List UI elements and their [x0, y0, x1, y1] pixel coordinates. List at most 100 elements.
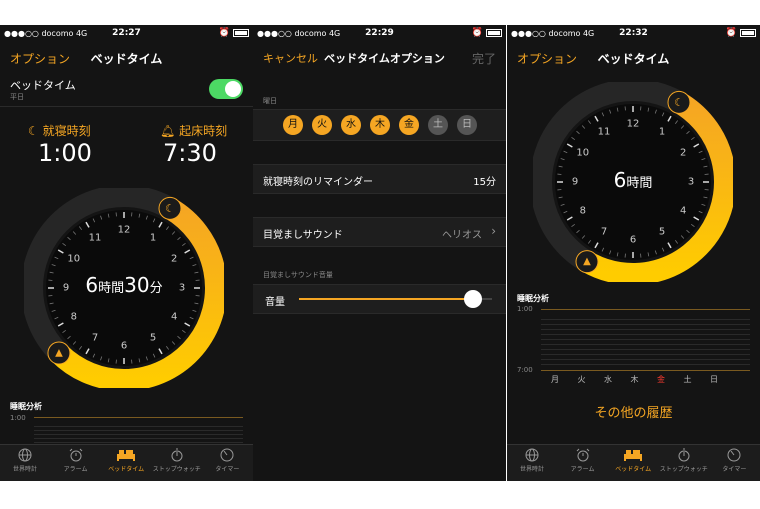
tab-globe[interactable]: 世界時計 [0, 448, 50, 473]
clock-number: 1 [659, 126, 665, 137]
reminder-row[interactable]: 就寝時刻のリマインダー 15分 [253, 164, 506, 194]
tab-label: 世界時計 [519, 466, 544, 473]
weekday-label: 日 [710, 375, 718, 384]
tab-alarm-clock[interactable]: アラーム [51, 448, 101, 473]
sleep-duration: 6時間 [613, 168, 653, 192]
tab-label: アラーム [63, 466, 88, 473]
day-toggle[interactable]: 金 [399, 115, 419, 135]
day-toggle[interactable]: 木 [370, 115, 390, 135]
tab-stopwatch[interactable]: ストップウォッチ [659, 448, 709, 473]
bed-icon [101, 448, 151, 462]
bedtime-label: ベッドタイム [10, 79, 76, 92]
bedtime-options-screen: ●●●○○ docomo 4G 22:29 ⏰ キャンセル ベッドタイムオプショ… [253, 25, 506, 481]
day-toggle[interactable]: 月 [283, 115, 303, 135]
clock-number: 5 [659, 227, 665, 238]
clock-number: 2 [680, 148, 686, 159]
clock-number: 11 [89, 232, 102, 243]
analysis-tick-top: 1:00 [517, 305, 533, 313]
clock-number: 11 [598, 126, 611, 137]
tab-label: ストップウォッチ [659, 466, 708, 473]
battery-icon: ⏰ [472, 28, 502, 38]
alarm-clock-icon [51, 448, 101, 462]
status-bar: ●●●○○ docomo 4G 22:29 ⏰ [253, 25, 506, 43]
day-toggle[interactable]: 日 [457, 115, 477, 135]
reminder-value: 15分 [473, 177, 496, 188]
moon-icon: ☾ [674, 96, 684, 109]
tab-bed[interactable]: ベッドタイム [101, 448, 151, 473]
battery-icon: ⏰ [726, 28, 756, 38]
clock-number: 10 [67, 254, 80, 265]
tab-bar: 世界時計 アラーム ベッドタイム ストップウォッチ タイマー [507, 444, 760, 481]
clock-number: 6 [630, 235, 636, 246]
days-row: 月火水木金土日 [253, 109, 506, 141]
weekday-label: 平日 [10, 93, 24, 101]
clock-number: 12 [627, 119, 640, 130]
moon-icon: ☾ [28, 124, 39, 138]
sleep-analysis-label: 睡眠分析 [10, 402, 42, 411]
volume-knob[interactable] [463, 290, 482, 308]
tab-stopwatch[interactable]: ストップウォッチ [152, 448, 202, 473]
weekday-label: 木 [630, 375, 639, 384]
analysis-weekdays: 月火水木金土日 [551, 374, 741, 386]
moon-icon: ☾ [165, 202, 175, 215]
wake-sound-row[interactable]: 目覚ましサウンド ヘリオス › [253, 217, 506, 247]
days-section-label: 曜日 [263, 97, 277, 105]
volume-slider[interactable] [299, 290, 492, 308]
sleep-time-label: ☾ 就寝時刻 [28, 124, 91, 138]
done-button[interactable]: 完了 [472, 50, 496, 67]
battery-icon: ⏰ [219, 28, 249, 38]
bedtime-screen-2: ●●●○○ docomo 4G 22:32 ⏰ オプション ベッドタイム 12 1… [507, 25, 760, 481]
tab-timer[interactable]: タイマー [202, 448, 252, 473]
clock-number: 12 [118, 225, 131, 236]
page-title: ベッドタイム [597, 52, 670, 66]
tab-globe[interactable]: 世界時計 [507, 448, 557, 473]
clock-number: 4 [171, 312, 177, 323]
analysis-line-top [541, 309, 750, 310]
tab-label: ベッドタイム [615, 466, 652, 473]
bell-icon: ▲ [583, 256, 591, 267]
day-toggle[interactable]: 火 [312, 115, 332, 135]
wake-time-label: 🔔︎ 起床時刻 [160, 124, 228, 138]
globe-icon [0, 448, 50, 462]
tab-label: アラーム [570, 466, 595, 473]
chevron-right-icon: › [491, 224, 496, 238]
nav-bar: オプション ベッドタイム [0, 43, 253, 71]
page-title: ベッドタイム [90, 52, 163, 66]
stopwatch-icon [659, 448, 709, 462]
sleep-analysis-label: 睡眠分析 [517, 294, 549, 303]
tab-bed[interactable]: ベッドタイム [608, 448, 658, 473]
tab-bar: 世界時計 アラーム ベッドタイム ストップウォッチ タイマー [0, 444, 253, 481]
clock-number: 4 [680, 206, 686, 217]
weekday-label: 金 [657, 375, 665, 384]
bedtime-toggle[interactable] [209, 79, 243, 99]
sleep-duration: 6時間30分 [85, 273, 163, 297]
weekday-label: 水 [604, 375, 612, 384]
weekday-label: 土 [683, 375, 692, 384]
tab-timer[interactable]: タイマー [709, 448, 759, 473]
day-toggle[interactable]: 水 [341, 115, 361, 135]
reminder-label: 就寝時刻のリマインダー [263, 177, 373, 188]
globe-icon [507, 448, 557, 462]
nav-bar: オプション ベッドタイム [507, 43, 760, 71]
alarm-clock-icon [558, 448, 608, 462]
clock-number: 10 [576, 148, 589, 159]
tab-label: ベッドタイム [108, 466, 145, 473]
clock-number: 8 [71, 312, 77, 323]
status-bar: ●●●○○ docomo 4G 22:27 ⏰ [0, 25, 253, 43]
tab-alarm-clock[interactable]: アラーム [558, 448, 608, 473]
wake-sound-value: ヘリオス [442, 230, 482, 241]
status-time: 22:27 [112, 28, 141, 38]
clock-number: 2 [171, 254, 177, 265]
analysis-line [34, 417, 243, 418]
bell-icon: ▲ [55, 348, 63, 359]
timer-icon [709, 448, 759, 462]
page-title: ベッドタイムオプション [324, 52, 445, 65]
clock-number: 5 [150, 333, 156, 344]
day-toggle[interactable]: 土 [428, 115, 448, 135]
more-history-button[interactable]: その他の履歴 [507, 402, 760, 421]
volume-section-label: 目覚ましサウンド音量 [263, 271, 333, 279]
status-time: 22:32 [619, 28, 648, 38]
bedtime-screen-1: ●●●○○ docomo 4G 22:27 ⏰ オプション ベッドタイム ベッド… [0, 25, 253, 481]
weekday-label: 月 [551, 375, 559, 384]
volume-label: 音量 [265, 297, 285, 308]
